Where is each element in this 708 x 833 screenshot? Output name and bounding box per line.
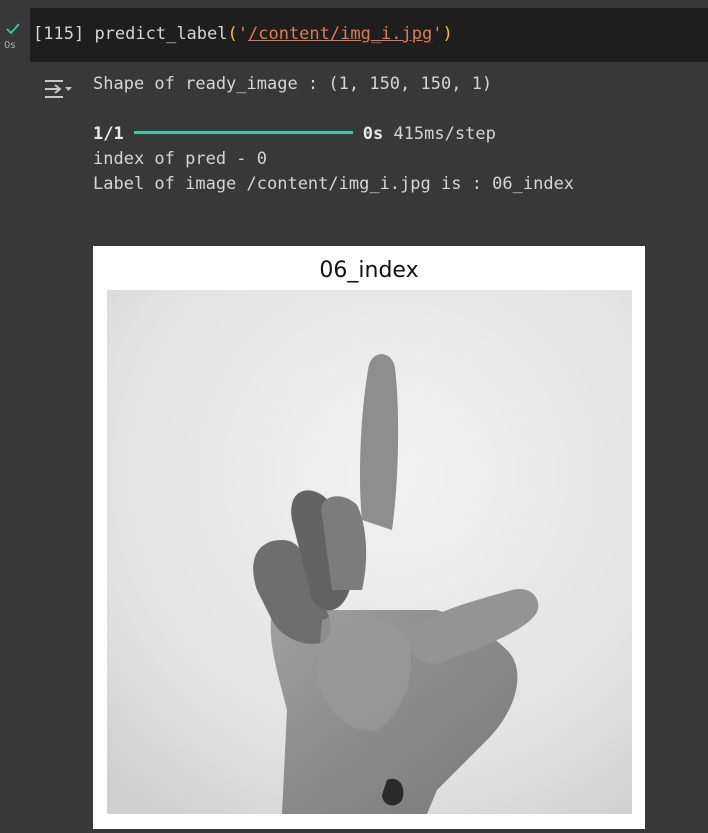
shape-output-line: Shape of ready_image : (1, 150, 150, 1) <box>93 74 493 94</box>
output-toggle-icon[interactable] <box>43 78 73 100</box>
quote-close: ' <box>432 24 443 44</box>
execution-time: 0s <box>4 40 16 51</box>
figure-title: 06_index <box>319 258 419 283</box>
execution-count: [115] <box>33 24 85 44</box>
check-icon <box>6 23 20 35</box>
progress-step: 415ms/step <box>393 124 496 144</box>
quote-open: ' <box>237 24 248 44</box>
function-name: predict_label <box>94 24 228 44</box>
progress-bar <box>133 130 353 134</box>
close-paren: ) <box>442 24 453 44</box>
progress-line: 1/1 0s 415ms/step <box>93 124 496 144</box>
top-strip <box>0 0 708 8</box>
path-link[interactable]: /content/img_i.jpg <box>248 24 432 44</box>
output-figure: 06_index <box>93 246 645 829</box>
label-output-line: Label of image /content/img_i.jpg is : 0… <box>93 174 575 194</box>
cell-gutter[interactable]: 0s <box>0 20 28 60</box>
hand-photo <box>107 290 632 814</box>
progress-count: 1/1 <box>93 124 124 144</box>
index-output-line: index of pred - 0 <box>93 149 267 169</box>
open-paren: ( <box>227 24 238 44</box>
progress-time: 0s <box>362 124 384 144</box>
code-line[interactable]: [115] predict_label('/content/img_i.jpg'… <box>33 24 453 44</box>
